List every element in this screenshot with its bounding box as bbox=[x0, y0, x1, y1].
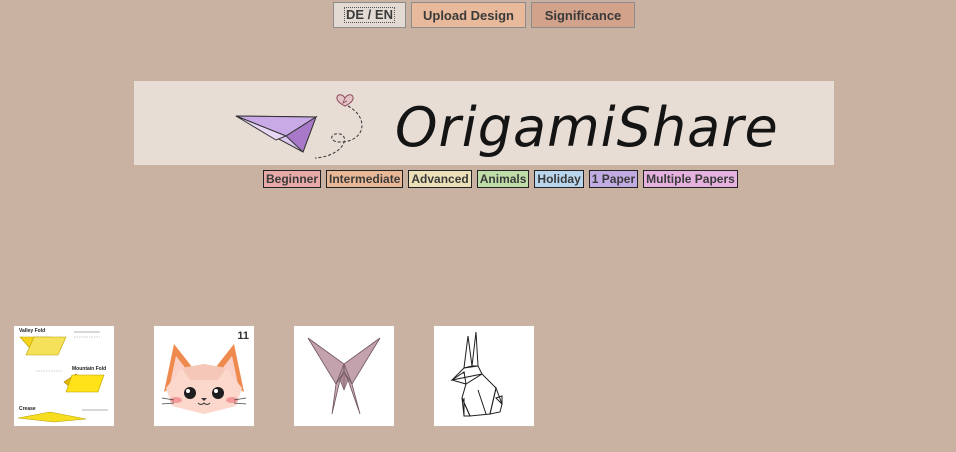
gallery-card-rabbit[interactable] bbox=[434, 326, 534, 426]
crease-label: Crease bbox=[19, 406, 36, 412]
significance-button[interactable]: Significance bbox=[531, 2, 635, 28]
fold-guide-image: Valley Fold Mountain Fold Crease bbox=[17, 328, 108, 423]
upload-design-button[interactable]: Upload Design bbox=[411, 2, 526, 28]
language-toggle-button[interactable]: DE / EN bbox=[333, 2, 406, 28]
mountain-fold-label: Mountain Fold bbox=[72, 366, 106, 372]
rabbit-image bbox=[450, 331, 503, 417]
category-tag-list: Beginner Intermediate Advanced Animals H… bbox=[263, 170, 738, 188]
tag-1-paper[interactable]: 1 Paper bbox=[588, 170, 639, 188]
gallery-card-fold-guide[interactable]: Valley Fold Mountain Fold Crease bbox=[14, 326, 114, 426]
card-count-badge: 11 bbox=[237, 330, 249, 342]
paper-plane-logo-icon bbox=[235, 94, 363, 159]
tag-multiple-papers[interactable]: Multiple Papers bbox=[643, 170, 738, 188]
butterfly-image bbox=[307, 337, 381, 415]
site-logo-text[interactable]: OrigamiShare bbox=[395, 88, 779, 168]
tag-beginner[interactable]: Beginner bbox=[263, 170, 322, 188]
tag-intermediate[interactable]: Intermediate bbox=[326, 170, 404, 188]
language-toggle-label: DE / EN bbox=[344, 7, 395, 23]
tag-holiday[interactable]: Holiday bbox=[534, 170, 584, 188]
tag-advanced[interactable]: Advanced bbox=[408, 170, 472, 188]
valley-fold-label: Valley Fold bbox=[19, 328, 45, 334]
gallery-card-butterfly[interactable] bbox=[294, 326, 394, 426]
tag-animals[interactable]: Animals bbox=[476, 170, 530, 188]
gallery-card-cat-face[interactable]: 11 bbox=[154, 326, 254, 426]
